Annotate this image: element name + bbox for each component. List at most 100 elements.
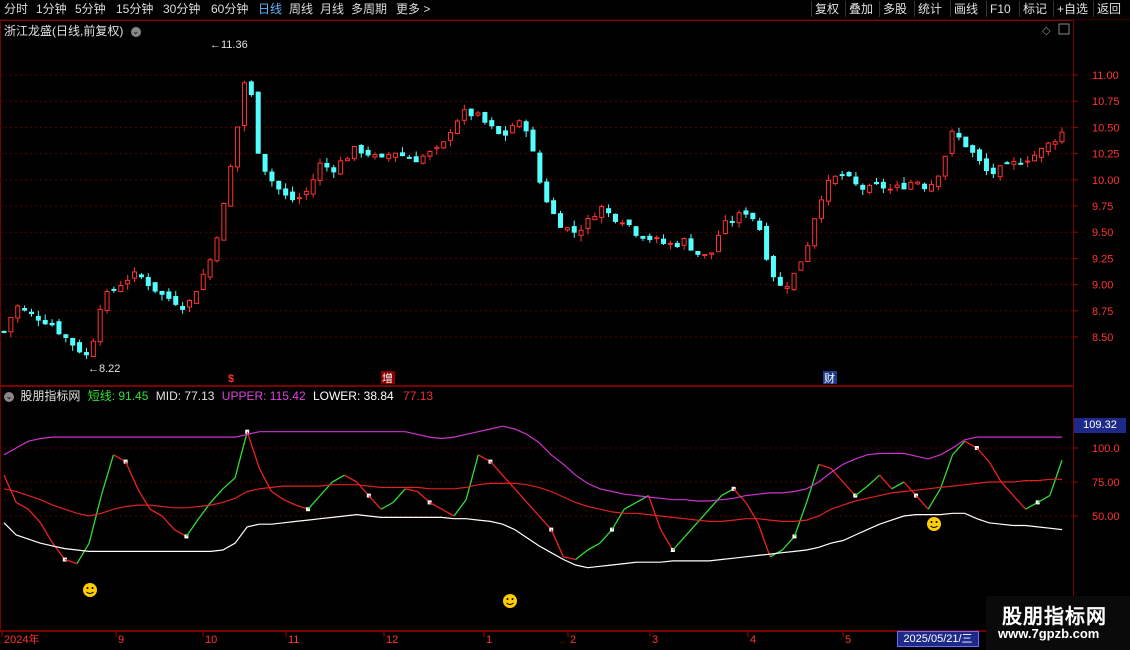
candle-body	[475, 112, 481, 116]
candle-body	[867, 185, 873, 193]
indicator-line-lower	[3, 512, 1063, 569]
candle-body	[338, 160, 344, 175]
y-tick-label: 10.25	[1092, 149, 1120, 161]
candle-body	[777, 276, 783, 286]
candle-body	[8, 316, 14, 333]
restore-rights-button[interactable]: 复权	[811, 1, 842, 17]
y-tick-label: 9.00	[1092, 280, 1113, 292]
short-line-segment	[429, 501, 443, 510]
candle-body	[894, 184, 900, 189]
short-line-segment	[307, 495, 321, 510]
short-line-segment	[234, 431, 248, 479]
tab-period-multi[interactable]: 多周期	[351, 2, 387, 17]
tab-period-30min[interactable]: 30分钟	[163, 2, 200, 17]
short-line-segment	[137, 488, 151, 510]
candle-body	[770, 255, 776, 278]
candle-body	[736, 212, 742, 224]
candle-body	[262, 153, 268, 172]
tab-period-more[interactable]: 更多 >	[396, 2, 430, 17]
candle-body	[523, 121, 529, 132]
short-line-segment	[88, 495, 102, 544]
short-line-segment	[854, 485, 868, 497]
multi-stock-button[interactable]: 多股	[879, 1, 910, 17]
candle-body	[805, 245, 811, 262]
short-line-segment	[988, 461, 1002, 483]
candle-body	[235, 126, 241, 168]
candle-body	[104, 291, 110, 311]
candle-body	[970, 145, 976, 153]
y-tick-label: 75.00	[1092, 477, 1120, 489]
candle-body	[152, 282, 158, 292]
candle-body	[1052, 141, 1058, 145]
x-tick-label: 1	[486, 634, 492, 646]
candle-body	[97, 308, 103, 343]
tab-period-15min[interactable]: 15分钟	[116, 2, 153, 17]
chevron-down-icon[interactable]: ⌄	[4, 391, 14, 402]
candle-body	[853, 176, 859, 185]
statistics-button[interactable]: 统计	[914, 1, 945, 17]
candle-body	[173, 296, 179, 305]
main-y-ticks: 8.50 8.75 9.00 9.25 9.50 9.75 10.00 10.25 10.50 1…	[1073, 70, 1120, 344]
candle-body	[386, 153, 392, 159]
candle-body	[28, 311, 34, 315]
add-watchlist-button[interactable]: +自选	[1053, 1, 1091, 17]
tab-period-daily[interactable]: 日线	[258, 2, 282, 17]
candle-body	[200, 273, 206, 290]
short-line-segment	[514, 488, 528, 503]
candle-body	[448, 132, 454, 141]
indicator-line-upper	[3, 425, 1062, 502]
candle-body	[819, 199, 825, 219]
candle-body	[654, 237, 660, 240]
maximize-icon[interactable]	[1058, 23, 1070, 35]
short-line-segment	[502, 474, 516, 490]
short-line-segment	[550, 529, 564, 558]
event-marker-cai: 财	[824, 371, 835, 385]
draw-line-button[interactable]: 画线	[950, 1, 981, 17]
short-line-segment	[453, 499, 467, 517]
candle-body	[166, 291, 172, 299]
candle-body	[647, 235, 653, 241]
mark-button[interactable]: 标记	[1019, 1, 1050, 17]
short-line-segment	[793, 502, 808, 537]
diamond-icon[interactable]: ◇	[1042, 24, 1051, 37]
x-tick-label: 2	[570, 634, 576, 646]
candle-body	[324, 162, 330, 168]
candle-body	[358, 144, 364, 154]
overlay-button[interactable]: 叠加	[845, 1, 876, 17]
short-line-segment	[708, 495, 722, 510]
candle-body	[908, 181, 914, 190]
candle-body	[963, 136, 969, 148]
candle-body	[111, 288, 117, 291]
candle-body	[977, 149, 983, 162]
f10-button[interactable]: F10	[986, 1, 1014, 17]
x-tick-label: 9	[118, 634, 124, 646]
candle-body	[874, 182, 880, 185]
short-label: 短线: 91.45	[87, 389, 149, 403]
tab-period-60min[interactable]: 60分钟	[211, 2, 248, 17]
tab-period-weekly[interactable]: 周线	[289, 2, 313, 17]
candle-body	[496, 126, 502, 135]
candle-body	[482, 112, 488, 123]
tab-period-monthly[interactable]: 月线	[320, 2, 344, 17]
short-line-segment	[319, 481, 333, 497]
tab-period-5min[interactable]: 5分钟	[75, 2, 106, 17]
short-line-segment	[866, 474, 881, 487]
x-tick-label: 12	[386, 634, 398, 646]
tab-period-1min[interactable]: 1分钟	[36, 2, 67, 17]
back-button[interactable]: 返回	[1093, 1, 1124, 17]
chevron-down-icon[interactable]: ⌄	[130, 26, 141, 37]
tab-period-fenshi[interactable]: 分时	[4, 2, 28, 17]
y-tick-label: 9.25	[1092, 253, 1113, 265]
candle-body	[503, 130, 509, 136]
short-line-segment	[210, 488, 224, 503]
candle-body	[441, 141, 447, 149]
candle-body	[564, 227, 570, 231]
x-tick-label: 4	[750, 634, 756, 646]
candle-body	[379, 153, 385, 158]
short-line-segment	[222, 477, 236, 490]
smiley-signal-icon	[927, 517, 941, 531]
candle-body	[585, 217, 591, 230]
candle-body	[56, 321, 62, 335]
candle-body	[839, 174, 845, 177]
candle-body	[283, 188, 289, 196]
